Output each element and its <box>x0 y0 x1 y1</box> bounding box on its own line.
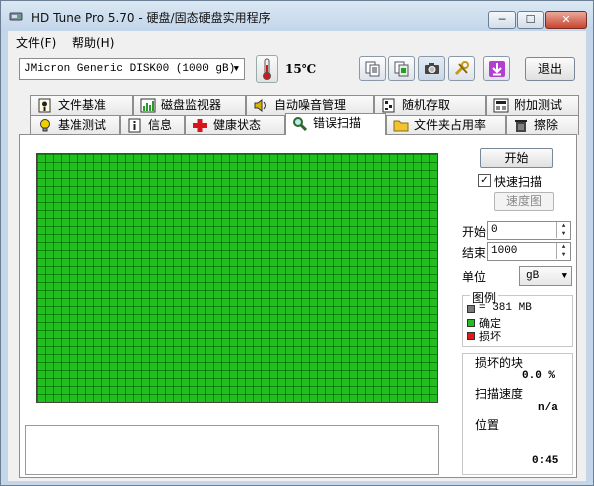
trash-icon <box>515 120 527 132</box>
menu-help[interactable]: 帮助(H) <box>72 34 114 51</box>
legend-swatch-bad <box>467 332 475 340</box>
unit-label: 单位 <box>462 270 487 284</box>
tab-erase[interactable]: 擦除 <box>506 115 579 135</box>
start-field-label: 开始 <box>462 225 487 239</box>
quick-scan-checkbox[interactable]: ✓ <box>478 174 491 187</box>
tab-label: 随机存取 <box>402 98 451 112</box>
spin-down-icon[interactable]: ▼ <box>556 230 570 238</box>
spin-up-icon[interactable]: ▲ <box>556 243 570 251</box>
chevron-down-icon: ▼ <box>233 64 239 74</box>
unit-select-value: gB <box>526 270 540 282</box>
legend-block-size: = 381 MB <box>479 302 532 314</box>
tab-label: 错误扫描 <box>313 116 362 130</box>
tab-label: 磁盘监视器 <box>161 98 222 112</box>
app-window: HD Tune Pro 5.70 - 硬盘/固态硬盘实用程序 ─ ☐ ✕ 文件(… <box>0 0 594 486</box>
tab-label: 文件夹占用率 <box>414 118 487 132</box>
tab-label: 健康状态 <box>213 118 262 132</box>
info-icon <box>128 118 141 133</box>
save-button[interactable] <box>483 56 510 81</box>
scan-speed-value: n/a <box>538 402 558 414</box>
tab-file-benchmark[interactable]: 文件基准 <box>30 95 133 115</box>
tab-label: 文件基准 <box>58 98 107 112</box>
maximize-button[interactable]: ☐ <box>517 11 544 29</box>
menu-bar: 文件(F) 帮助(H) <box>8 31 586 51</box>
start-field[interactable]: 0 ▲ ▼ <box>487 221 571 240</box>
speaker-icon <box>254 99 266 112</box>
lightbulb-icon <box>40 119 50 132</box>
tab-noise-management[interactable]: 自动噪音管理 <box>246 95 374 115</box>
app-icon <box>9 12 23 21</box>
spin-up-icon[interactable]: ▲ <box>556 222 570 230</box>
menu-file[interactable]: 文件(F) <box>16 34 56 51</box>
health-cross-icon <box>193 119 207 132</box>
tab-info[interactable]: 信息 <box>120 115 185 135</box>
settings-tools-icon <box>454 61 469 76</box>
chevron-down-icon: ▼ <box>561 271 567 281</box>
folder-icon <box>393 120 409 132</box>
settings-button[interactable] <box>448 56 475 81</box>
tab-label: 信息 <box>148 118 173 132</box>
random-access-icon <box>382 98 395 113</box>
tab-label: 附加测试 <box>514 98 563 112</box>
tab-disk-monitor[interactable]: 磁盘监视器 <box>133 95 246 115</box>
tab-random-access[interactable]: 随机存取 <box>374 95 486 115</box>
legend-swatch-ok <box>467 319 475 327</box>
disk-monitor-icon <box>140 98 156 113</box>
end-field-value: 1000 <box>491 245 518 257</box>
screenshot-button[interactable] <box>418 56 445 81</box>
screenshot-camera-icon <box>425 63 439 74</box>
drive-select[interactable]: JMicron Generic DISK00 (1000 gB) ▼ <box>19 58 245 80</box>
quick-scan-label: 快速扫描 <box>494 175 543 189</box>
copy-info-icon <box>394 61 409 77</box>
drive-select-value: JMicron Generic DISK00 (1000 gB) <box>24 63 236 75</box>
tab-row-bottom: 基准测试 信息 健康状态 错误扫描 文件夹占用率 擦除 <box>8 113 586 135</box>
temperature-readout: 15℃ <box>285 62 317 76</box>
tab-health[interactable]: 健康状态 <box>185 115 285 135</box>
scan-speed-label: 扫描速度 <box>475 387 524 401</box>
error-scan-panel: 开始 ✓ 快速扫描 速度图 开始 0 ▲ ▼ 结束 1000 ▲ ▼ 单位 gB… <box>19 134 577 478</box>
exit-button[interactable]: 退出 <box>525 57 575 81</box>
thermometer-icon <box>256 55 278 83</box>
speed-map-button[interactable]: 速度图 <box>494 192 554 211</box>
save-download-icon <box>489 61 505 77</box>
file-benchmark-icon <box>38 98 51 113</box>
extra-tests-icon <box>493 98 509 113</box>
tab-row-top: 文件基准 磁盘监视器 自动噪音管理 随机存取 附加测试 <box>8 95 586 115</box>
spin-down-icon[interactable]: ▼ <box>556 251 570 259</box>
tab-folder-usage[interactable]: 文件夹占用率 <box>386 115 506 135</box>
magnifier-icon <box>293 117 308 131</box>
start-scan-button[interactable]: 开始 <box>480 148 553 168</box>
tab-label: 擦除 <box>534 118 559 132</box>
block-map-grid <box>36 153 438 403</box>
copy-info-button[interactable] <box>388 56 415 81</box>
copy-text-icon <box>365 61 380 77</box>
start-field-value: 0 <box>491 224 498 236</box>
unit-select[interactable]: gB ▼ <box>519 266 572 286</box>
window-title: HD Tune Pro 5.70 - 硬盘/固态硬盘实用程序 <box>31 11 271 25</box>
end-field-label: 结束 <box>462 246 487 260</box>
client-area: 文件(F) 帮助(H) JMicron Generic DISK00 (1000… <box>8 31 586 481</box>
legend-swatch-block <box>467 305 475 313</box>
end-field[interactable]: 1000 ▲ ▼ <box>487 242 571 261</box>
copy-text-button[interactable] <box>359 56 386 81</box>
toolbar: JMicron Generic DISK00 (1000 gB) ▼ 15℃ 退… <box>8 51 586 87</box>
elapsed-time-value: 0:45 <box>532 455 559 467</box>
tab-benchmark[interactable]: 基准测试 <box>30 115 120 135</box>
close-button[interactable]: ✕ <box>545 11 587 29</box>
tab-label: 自动噪音管理 <box>274 98 347 112</box>
title-bar[interactable]: HD Tune Pro 5.70 - 硬盘/固态硬盘实用程序 ─ ☐ ✕ <box>1 1 593 31</box>
damaged-blocks-label: 损坏的块 <box>475 356 524 370</box>
scan-log[interactable] <box>25 425 439 475</box>
position-label: 位置 <box>475 418 500 432</box>
minimize-button[interactable]: ─ <box>488 11 516 29</box>
tab-extra-tests[interactable]: 附加测试 <box>486 95 579 115</box>
tab-error-scan[interactable]: 错误扫描 <box>285 113 386 135</box>
tab-label: 基准测试 <box>58 118 107 132</box>
damaged-blocks-value: 0.0 % <box>522 370 556 382</box>
legend-bad-label: 损坏 <box>479 330 501 343</box>
